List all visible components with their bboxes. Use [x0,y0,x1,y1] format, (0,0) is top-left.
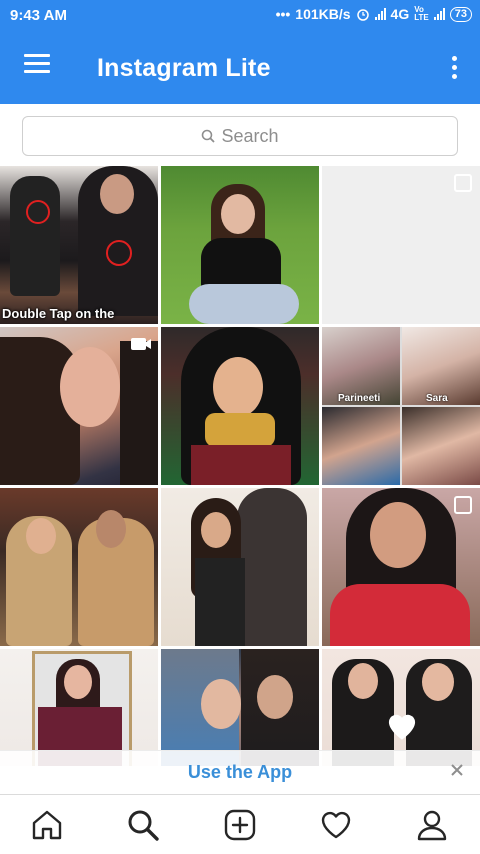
photo-figure [237,488,307,646]
photo-face [64,665,92,699]
multi-post-icon [454,496,472,514]
collage-label: Sara [426,393,448,404]
photo-hair [120,341,158,485]
app-bar: Instagram Lite [0,30,480,104]
photo-dress [191,445,291,485]
grid-tile[interactable] [0,649,158,766]
grid-tile[interactable] [161,166,319,324]
more-dots-icon: ••• [275,6,291,22]
close-icon[interactable] [448,761,466,779]
grid-tile[interactable] [161,327,319,485]
collage-photo [322,407,400,485]
grid-tile[interactable] [322,488,480,646]
video-icon [131,338,151,350]
highlight-circle [26,200,50,224]
grid-tile[interactable]: Parineeti Sara [322,327,480,485]
home-icon[interactable] [30,808,64,842]
search-icon [202,129,216,143]
photo-face [60,347,120,427]
search-input[interactable]: Search [22,116,458,156]
alarm-icon [356,9,369,21]
photo-figure [10,176,60,296]
photo-face [96,510,126,548]
grid-tile[interactable] [0,488,158,646]
status-icons: ••• 101KB/s 4G Vo LTE 73 [276,6,472,22]
network-type: 4G [390,6,410,22]
grid-tile[interactable] [0,327,158,485]
profile-icon[interactable] [415,808,449,842]
photo-dress [330,584,470,646]
highlight-circle [106,240,132,266]
grid-tile[interactable] [161,649,319,766]
photo-face [348,663,378,699]
collage-photo [402,407,480,485]
photo-face [100,174,134,214]
battery-icon: 73 [449,6,472,22]
multi-post-icon [454,174,472,192]
explore-grid: Double Tap on the Parineeti Sara [0,166,480,766]
app-title: Instagram Lite [97,54,271,82]
volte-icon: Vo LTE [414,5,429,22]
new-post-icon[interactable] [223,808,257,842]
search-icon[interactable] [126,808,160,842]
photo-face [201,679,241,729]
status-time: 9:43 AM [10,7,67,24]
activity-heart-icon[interactable] [319,808,353,842]
bottom-navigation [0,794,480,854]
photo-outfit [195,558,245,646]
photo-face [422,663,454,701]
grid-tile[interactable]: Double Tap on the [0,166,158,324]
photo-figure [189,284,299,324]
use-app-banner: Use the App [0,750,480,795]
grid-tile[interactable] [161,488,319,646]
photo-face [26,518,56,554]
photo-face [370,502,426,568]
hamburger-menu-icon[interactable] [24,54,50,74]
photo-face [257,675,293,719]
photo-face [201,512,231,548]
search-placeholder: Search [221,125,279,146]
search-bar-container: Search [0,104,480,164]
photo-face [221,194,255,234]
photo-jewelry [205,413,275,447]
overflow-menu-icon[interactable] [452,56,458,80]
grid-tile[interactable] [322,166,480,324]
network-speed: 101KB/s [295,6,351,22]
like-heart-icon [388,714,416,740]
grid-tile[interactable] [322,649,480,766]
collage-label: Parineeti [338,393,381,404]
photo-face [213,357,263,417]
tile-caption: Double Tap on the [2,306,115,321]
use-app-link[interactable]: Use the App [0,762,480,783]
status-bar: 9:43 AM ••• 101KB/s 4G Vo LTE 73 [0,0,480,30]
signal-icon [374,8,386,20]
signal-icon-2 [433,8,445,20]
